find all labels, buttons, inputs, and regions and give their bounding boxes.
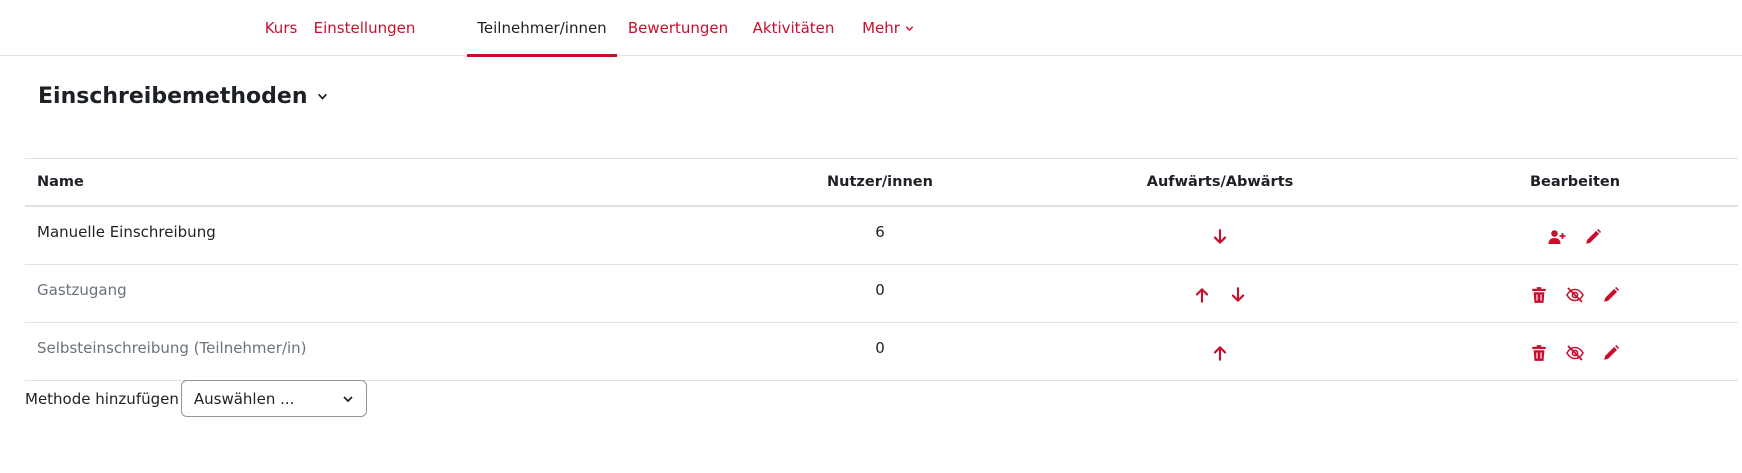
- tab-label: Bewertungen: [627, 19, 729, 37]
- tab-bewertungen[interactable]: Bewertungen: [628, 0, 728, 56]
- tab-mehr[interactable]: Mehr: [862, 0, 914, 56]
- enrol-methods-table: Name Nutzer/innen Aufwärts/Abwärts Bearb…: [25, 158, 1738, 381]
- header-move: Aufwärts/Abwärts: [1146, 174, 1294, 190]
- tab-kurs[interactable]: Kurs: [264, 0, 298, 56]
- tab-label: Mehr: [862, 19, 900, 37]
- edit-controls: [1455, 323, 1695, 380]
- table-row: Gastzugang 0: [25, 265, 1738, 323]
- edit-controls: [1455, 265, 1695, 322]
- user-count: 0: [875, 281, 885, 299]
- page-title-dropdown[interactable]: Einschreibemethoden: [38, 84, 328, 109]
- move-controls: [1105, 265, 1335, 322]
- pencil-icon[interactable]: [1601, 343, 1621, 363]
- tab-aktivitaeten[interactable]: Aktivitäten: [753, 0, 835, 56]
- select-value: Auswählen ...: [193, 389, 295, 408]
- enrol-users-icon[interactable]: [1547, 227, 1567, 247]
- table-header: Name Nutzer/innen Aufwärts/Abwärts Bearb…: [25, 158, 1738, 207]
- tab-einstellungen[interactable]: Einstellungen: [314, 0, 416, 56]
- add-method-select[interactable]: Auswählen ...: [180, 380, 367, 417]
- secondary-navigation: Kurs Einstellungen Teilnehmer/innen Bewe…: [0, 0, 1742, 57]
- arrow-up-icon[interactable]: [1192, 285, 1212, 305]
- method-name: Selbsteinschreibung (Teilnehmer/in): [37, 339, 307, 357]
- chevron-down-icon: [905, 25, 914, 31]
- chevron-down-icon: [318, 93, 328, 100]
- eye-slash-icon[interactable]: [1565, 343, 1585, 363]
- table-row: Selbsteinschreibung (Teilnehmer/in) 0: [25, 323, 1738, 381]
- move-controls: [1105, 207, 1335, 264]
- trash-icon[interactable]: [1529, 343, 1549, 363]
- pencil-icon[interactable]: [1583, 227, 1603, 247]
- tab-label: Kurs: [264, 19, 298, 37]
- header-edit: Bearbeiten: [1529, 174, 1621, 190]
- method-name: Manuelle Einschreibung: [37, 223, 216, 241]
- method-name: Gastzugang: [37, 281, 127, 299]
- arrow-down-icon[interactable]: [1210, 227, 1230, 247]
- eye-slash-icon[interactable]: [1565, 285, 1585, 305]
- tab-label: Aktivitäten: [752, 19, 835, 37]
- tab-teilnehmer[interactable]: Teilnehmer/innen: [467, 0, 617, 57]
- pencil-icon[interactable]: [1601, 285, 1621, 305]
- add-method-row: Methode hinzufügen Auswählen ...: [25, 380, 367, 417]
- header-name: Name: [37, 174, 84, 190]
- tab-label: Einstellungen: [313, 19, 416, 37]
- tab-label: Teilnehmer/innen: [477, 19, 607, 37]
- chevron-down-icon: [343, 395, 353, 402]
- user-count: 6: [875, 223, 885, 241]
- add-method-label: Methode hinzufügen: [25, 389, 179, 408]
- edit-controls: [1455, 207, 1695, 264]
- move-controls: [1105, 323, 1335, 380]
- page-title: Einschreibemethoden: [38, 84, 308, 109]
- arrow-down-icon[interactable]: [1228, 285, 1248, 305]
- trash-icon[interactable]: [1529, 285, 1549, 305]
- header-users: Nutzer/innen: [827, 174, 933, 190]
- table-row: Manuelle Einschreibung 6: [25, 207, 1738, 265]
- user-count: 0: [875, 339, 885, 357]
- arrow-up-icon[interactable]: [1210, 343, 1230, 363]
